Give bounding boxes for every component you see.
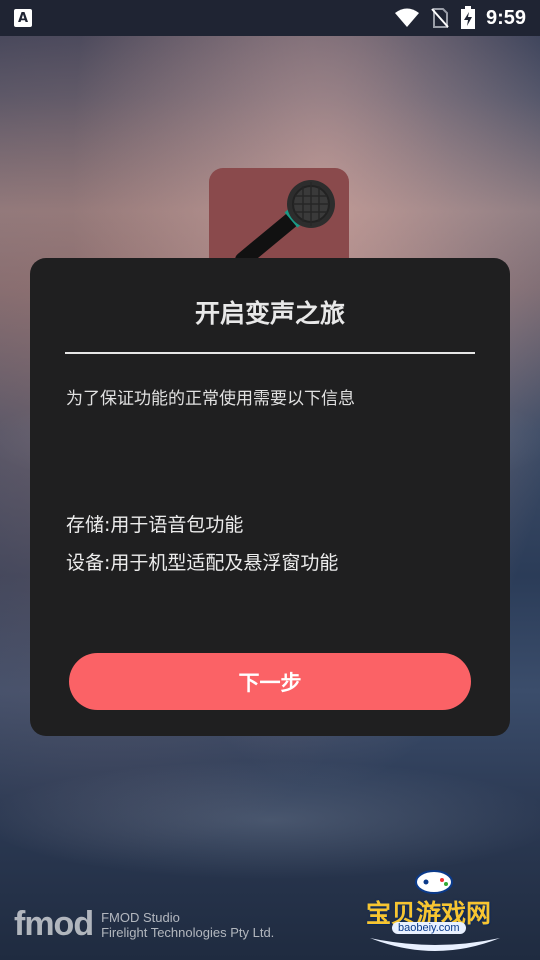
fmod-company-label: Firelight Technologies Pty Ltd. bbox=[101, 925, 275, 940]
no-sim-icon bbox=[431, 8, 449, 28]
wifi-icon bbox=[394, 8, 419, 27]
permission-storage: 存储:用于语音包功能 bbox=[66, 514, 244, 536]
watermark: 宝贝游戏网 baobeiy.com bbox=[362, 868, 508, 952]
permission-device: 设备:用于机型适配及悬浮窗功能 bbox=[66, 552, 339, 574]
fmod-logo: fmod bbox=[14, 905, 94, 943]
microphone-icon bbox=[235, 180, 335, 268]
fmod-studio-label: FMOD Studio bbox=[101, 910, 180, 925]
notification-a-icon: A bbox=[14, 9, 32, 27]
next-step-button[interactable]: 下一步 bbox=[69, 653, 471, 710]
fmod-branding: fmod FMOD Studio Firelight Technologies … bbox=[14, 904, 274, 944]
battery-charging-icon bbox=[460, 6, 475, 29]
dialog-title: 开启变声之旅 bbox=[194, 299, 345, 328]
watermark-url: baobeiy.com bbox=[392, 922, 466, 934]
intro-text: 为了保证功能的正常使用需要以下信息 bbox=[66, 389, 355, 409]
cloud-decoration bbox=[0, 760, 540, 880]
status-bar: A 9:59 bbox=[0, 0, 540, 36]
title-divider bbox=[65, 352, 475, 354]
permission-dialog: 开启变声之旅 为了保证功能的正常使用需要以下信息 存储:用于语音包功能 设备:用… bbox=[30, 258, 510, 736]
clock: 9:59 bbox=[485, 6, 526, 29]
